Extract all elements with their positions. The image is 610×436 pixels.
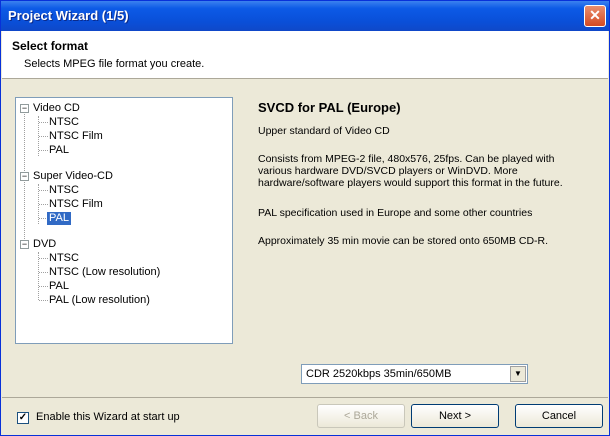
enable-wizard-label[interactable]: Enable this Wizard at start up [36, 411, 180, 423]
tree-item-dvd-pal[interactable]: PAL [49, 280, 69, 293]
collapse-icon[interactable]: − [20, 104, 29, 113]
tree-item-vcd-ntsc[interactable]: NTSC [49, 116, 79, 129]
dropdown-arrow-icon[interactable]: ▼ [510, 366, 526, 382]
format-region-note: PAL specification used in Europe and som… [258, 207, 533, 219]
wizard-header: Select format Selects MPEG file format y… [2, 31, 608, 79]
back-button[interactable]: < Back [317, 404, 405, 428]
tree-item-vcd-ntsc-film[interactable]: NTSC Film [49, 130, 103, 143]
tree-item-vcd-pal[interactable]: PAL [49, 144, 69, 157]
tree-item-dvd-ntsc-low[interactable]: NTSC (Low resolution) [49, 266, 160, 279]
format-tree[interactable]: − Video CD NTSC NTSC Film PAL − Super Vi… [15, 97, 233, 344]
footer-divider [2, 397, 608, 398]
tree-item-svcd-ntsc-film[interactable]: NTSC Film [49, 198, 103, 211]
close-button[interactable]: ✕ [584, 5, 606, 27]
collapse-icon[interactable]: − [20, 172, 29, 181]
tree-group-super-video-cd[interactable]: Super Video-CD [33, 170, 113, 183]
step-subtitle: Selects MPEG file format you create. [24, 58, 205, 70]
next-button[interactable]: Next > [411, 404, 499, 428]
format-details-line2: various hardware DVD/SVCD players or Win… [258, 165, 518, 177]
format-summary: Upper standard of Video CD [258, 125, 390, 137]
collapse-icon[interactable]: − [20, 240, 29, 249]
tree-item-dvd-pal-low[interactable]: PAL (Low resolution) [49, 294, 150, 307]
wizard-window: Project Wizard (1/5) ✕ Select format Sel… [0, 0, 610, 436]
tree-item-svcd-ntsc[interactable]: NTSC [49, 184, 79, 197]
format-details-line1: Consists from MPEG-2 file, 480x576, 25fp… [258, 153, 555, 165]
tree-group-video-cd[interactable]: Video CD [33, 102, 80, 115]
title-bar[interactable]: Project Wizard (1/5) ✕ [1, 1, 609, 31]
format-capacity-note: Approximately 35 min movie can be stored… [258, 235, 549, 247]
bitrate-select-value: CDR 2520kbps 35min/650MB [306, 368, 452, 380]
format-details-line3: hardware/software players would support … [258, 177, 563, 189]
window-title: Project Wizard (1/5) [8, 8, 129, 23]
close-icon: ✕ [589, 7, 601, 23]
bitrate-select[interactable]: CDR 2520kbps 35min/650MB ▼ [301, 364, 528, 384]
step-title: Select format [12, 39, 89, 53]
tree-item-svcd-pal[interactable]: PAL [47, 212, 71, 225]
tree-group-dvd[interactable]: DVD [33, 238, 56, 251]
enable-wizard-checkbox[interactable]: ✓ [17, 412, 29, 424]
cancel-button[interactable]: Cancel [515, 404, 603, 428]
format-title: SVCD for PAL (Europe) [258, 100, 401, 115]
tree-item-dvd-ntsc[interactable]: NTSC [49, 252, 79, 265]
